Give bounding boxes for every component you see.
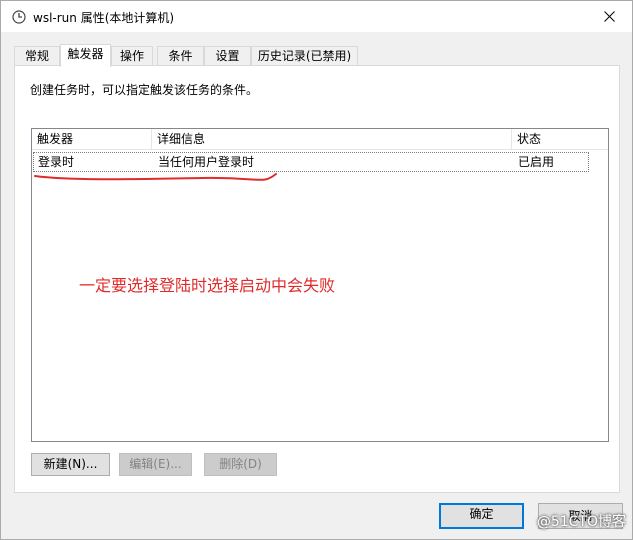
tab-triggers[interactable]: 触发器 xyxy=(60,44,111,67)
triggers-list[interactable]: 触发器 详细信息 状态 登录时 当任何用户登录时 已启用 一定要选择登陆时选择启… xyxy=(31,128,609,442)
cell-details: 当任何用户登录时 xyxy=(158,155,255,169)
column-header-details[interactable]: 详细信息 xyxy=(152,129,512,150)
new-button[interactable]: 新建(N)... xyxy=(31,453,110,476)
tab-actions[interactable]: 操作 xyxy=(111,46,153,66)
close-icon xyxy=(604,11,615,22)
watermark: @51CTO博客 xyxy=(536,514,626,530)
window-title: wsl-run 属性(本地计算机) xyxy=(33,11,175,25)
properties-window: wsl-run 属性(本地计算机) 常规 触发器 操作 条件 设置 历史记录(已… xyxy=(0,0,633,540)
tab-history[interactable]: 历史记录(已禁用) xyxy=(251,46,358,66)
title-bar[interactable]: wsl-run 属性(本地计算机) xyxy=(1,1,632,32)
table-row[interactable]: 登录时 当任何用户登录时 已启用 xyxy=(33,152,589,172)
delete-button[interactable]: 删除(D) xyxy=(204,453,277,476)
cell-trigger: 登录时 xyxy=(38,155,75,169)
tab-conditions[interactable]: 条件 xyxy=(157,46,204,66)
annotation-note: 一定要选择登陆时选择启动中会失败 xyxy=(79,276,336,295)
column-header-status[interactable]: 状态 xyxy=(512,129,608,150)
page-description: 创建任务时，可以指定触发该任务的条件。 xyxy=(30,83,259,97)
cell-status: 已启用 xyxy=(518,155,555,169)
tab-settings[interactable]: 设置 xyxy=(204,46,251,66)
clock-icon xyxy=(12,10,26,24)
column-header-trigger[interactable]: 触发器 xyxy=(32,129,152,150)
tab-general[interactable]: 常规 xyxy=(14,46,60,66)
triggers-page: 创建任务时，可以指定触发该任务的条件。 触发器 详细信息 状态 登录时 当任何用… xyxy=(14,65,620,493)
list-header: 触发器 详细信息 状态 xyxy=(32,129,608,150)
ok-button[interactable]: 确定 xyxy=(439,503,524,529)
edit-button[interactable]: 编辑(E)... xyxy=(119,453,192,476)
close-button[interactable] xyxy=(586,1,632,32)
